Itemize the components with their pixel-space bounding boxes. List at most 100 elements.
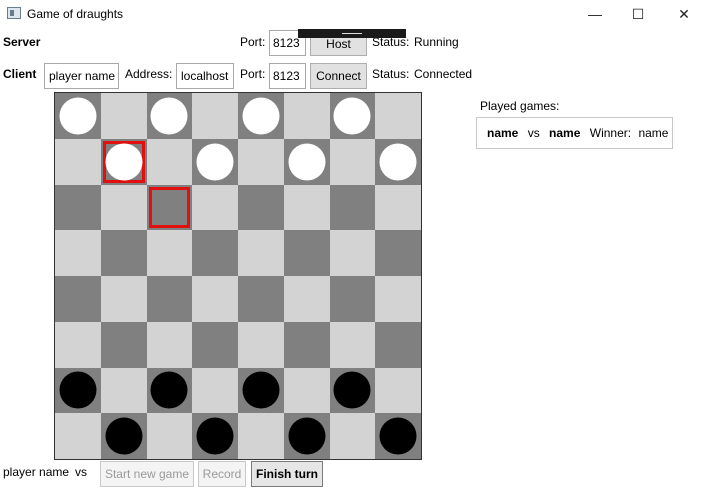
board-square[interactable] — [238, 413, 284, 459]
finish-turn-button[interactable]: Finish turn — [251, 461, 323, 487]
board-square[interactable] — [55, 93, 101, 139]
board-square[interactable] — [238, 276, 284, 322]
board-square[interactable] — [100, 93, 147, 139]
board-square[interactable] — [329, 184, 376, 231]
black-piece[interactable] — [105, 417, 143, 455]
board-square[interactable] — [283, 367, 330, 414]
board-square[interactable] — [375, 230, 421, 276]
board-square[interactable] — [146, 413, 193, 459]
record-button[interactable]: Record — [198, 461, 246, 487]
white-piece[interactable] — [150, 97, 188, 135]
board-square[interactable] — [55, 321, 101, 368]
black-piece[interactable] — [379, 417, 417, 455]
board-square[interactable] — [146, 321, 193, 368]
board-square[interactable] — [100, 276, 147, 322]
board-square[interactable] — [192, 276, 238, 322]
window-title: Game of draughts — [27, 7, 124, 21]
black-piece[interactable] — [196, 417, 234, 455]
black-piece[interactable] — [333, 371, 371, 409]
white-piece[interactable] — [288, 143, 326, 181]
board-square[interactable] — [55, 276, 101, 322]
board-square[interactable] — [192, 413, 238, 459]
board-square[interactable] — [100, 321, 147, 368]
board-square[interactable] — [55, 413, 101, 459]
board-square[interactable] — [238, 321, 284, 368]
board-square[interactable] — [375, 413, 421, 459]
board-square[interactable] — [192, 321, 238, 368]
title-bar: Game of draughts — ☐ ✕ — [0, 0, 707, 28]
board-square[interactable] — [55, 367, 101, 414]
board-square[interactable] — [283, 93, 330, 139]
white-piece[interactable] — [242, 97, 280, 135]
drag-handle[interactable] — [298, 29, 406, 38]
black-piece[interactable] — [59, 371, 97, 409]
board-square[interactable] — [55, 184, 101, 231]
board-square[interactable] — [238, 230, 284, 276]
board-square[interactable] — [192, 138, 238, 185]
board-square[interactable] — [375, 276, 421, 322]
board-square[interactable] — [192, 230, 238, 276]
board-square[interactable] — [375, 138, 421, 185]
board-square[interactable] — [146, 138, 193, 185]
player-name-input[interactable]: player name — [44, 63, 119, 89]
black-piece[interactable] — [288, 417, 326, 455]
board-square[interactable] — [375, 321, 421, 368]
board-square[interactable] — [146, 93, 193, 139]
board-square[interactable] — [238, 93, 284, 139]
board-square[interactable] — [329, 93, 376, 139]
board-square[interactable] — [192, 93, 238, 139]
board-square[interactable] — [146, 367, 193, 414]
close-button[interactable]: ✕ — [661, 0, 707, 28]
board-square[interactable] — [283, 276, 330, 322]
black-piece[interactable] — [242, 371, 280, 409]
board-square[interactable] — [238, 367, 284, 414]
board-square[interactable] — [283, 321, 330, 368]
white-piece[interactable] — [196, 143, 234, 181]
connect-button[interactable]: Connect — [310, 63, 367, 89]
board-square[interactable] — [100, 230, 147, 276]
list-item[interactable]: name vs name Winner: name — [477, 118, 672, 148]
board-square[interactable] — [146, 230, 193, 276]
board-square[interactable] — [329, 276, 376, 322]
board-square[interactable] — [329, 413, 376, 459]
start-new-game-button[interactable]: Start new game — [100, 461, 194, 487]
white-piece[interactable] — [59, 97, 97, 135]
draughts-board[interactable] — [54, 92, 422, 460]
board-square[interactable] — [375, 184, 421, 231]
board-square[interactable] — [329, 230, 376, 276]
black-piece[interactable] — [150, 371, 188, 409]
board-square[interactable] — [329, 321, 376, 368]
white-piece[interactable] — [379, 143, 417, 181]
board-square[interactable] — [375, 93, 421, 139]
board-square[interactable] — [283, 184, 330, 231]
board-square[interactable] — [55, 138, 101, 185]
client-port-input[interactable]: 8123 — [269, 63, 306, 89]
white-piece[interactable] — [105, 143, 143, 181]
server-port-label: Port: — [240, 35, 266, 49]
board-square[interactable] — [146, 276, 193, 322]
board-square[interactable] — [238, 184, 284, 231]
minimize-button[interactable]: — — [572, 0, 618, 28]
white-piece[interactable] — [333, 97, 371, 135]
board-square[interactable] — [146, 184, 193, 231]
board-square[interactable] — [100, 184, 147, 231]
played-games-list[interactable]: name vs name Winner: name — [476, 117, 673, 149]
board-square[interactable] — [100, 367, 147, 414]
board-square[interactable] — [283, 138, 330, 185]
board-square[interactable] — [283, 230, 330, 276]
board-square[interactable] — [55, 230, 101, 276]
board-square[interactable] — [375, 367, 421, 414]
board-square[interactable] — [238, 138, 284, 185]
client-status-value: Connected — [414, 67, 473, 81]
board-square[interactable] — [283, 413, 330, 459]
board-square[interactable] — [100, 413, 147, 459]
board-square[interactable] — [192, 184, 238, 231]
maximize-button[interactable]: ☐ — [615, 0, 661, 28]
board-square[interactable] — [100, 138, 147, 185]
board-square[interactable] — [192, 367, 238, 414]
server-status-value: Running — [414, 35, 459, 49]
board-square[interactable] — [329, 138, 376, 185]
address-input[interactable]: localhost — [176, 63, 234, 89]
board-square[interactable] — [329, 367, 376, 414]
footer-player-name: player name — [3, 465, 70, 479]
